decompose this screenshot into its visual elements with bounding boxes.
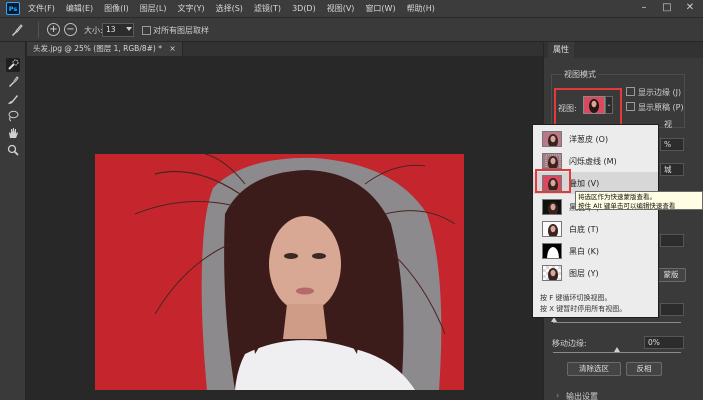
tooltip-line-1: 将选区作为快速蒙版查看。 [578,193,656,201]
close-tab-icon[interactable]: × [169,44,175,53]
black-white-thumbnail [542,243,562,259]
menu-window[interactable]: 窗口(W) [365,3,395,14]
show-original-checkbox[interactable] [626,102,635,111]
separator [38,22,39,38]
maximize-button[interactable]: □ [660,2,674,15]
panel-tab-bar: 属性 [544,42,703,58]
contrast-field[interactable] [660,303,684,316]
on-layers-thumbnail [542,265,562,281]
on-white-thumbnail [542,221,562,237]
menu-view[interactable]: 视图(V) [327,3,355,14]
menu-type[interactable]: 文字(Y) [177,3,204,14]
view-mode-title: 视图模式 [562,69,598,80]
size-label: 大小: [84,26,103,35]
view-option-label: 闪烁虚线 (M) [569,157,617,166]
on-black-thumbnail [542,199,562,215]
shift-edge-field[interactable]: 0% [644,336,684,349]
view-option-label: 白底 (T) [569,225,599,234]
smooth-field[interactable]: 城 [660,163,684,176]
highlight-frame-view [554,88,622,128]
output-settings-label[interactable]: 输出设置 [566,391,598,400]
menu-image[interactable]: 图像(I) [104,3,129,14]
refine-edge-brush-preset-icon[interactable] [10,23,24,37]
restore-original-edge-button[interactable]: − [64,23,77,36]
menu-file[interactable]: 文件(F) [28,3,55,14]
close-window-button[interactable]: ✕ [683,2,697,15]
refine-edge-brush-tool-icon[interactable] [6,75,20,89]
menu-select[interactable]: 选择(S) [216,3,243,14]
document-image[interactable] [95,154,464,390]
contrast-slider-track[interactable] [553,322,681,323]
portrait-photo [134,154,456,390]
radius-field[interactable]: % [660,138,684,151]
view-option-label: 图层 (Y) [569,269,599,278]
view-option-label: 叠加 (V) [569,179,600,188]
view-option-on-white[interactable]: 白底 (T) [533,218,658,240]
collapse-arrow-icon[interactable]: › [556,391,559,400]
menu-help[interactable]: 帮助(H) [407,3,435,14]
show-edges-label: 显示边缘 (J) [638,88,682,97]
tooltip-line-2: 按住 Alt 键单击可以编辑快速查看 [578,201,676,210]
refine-mode-button[interactable]: 蒙版 [656,268,686,282]
highlight-frame-overlay [535,169,571,193]
view-option-label: 洋葱皮 (O) [569,135,609,144]
lasso-tool-icon[interactable] [6,109,20,123]
quick-selection-tool-icon[interactable] [6,58,20,72]
view-option-black-white[interactable]: 黑白 (K) [533,240,658,262]
shift-edge-slider-track[interactable] [553,352,681,353]
sample-all-layers-checkbox[interactable] [142,26,151,35]
document-tab-bar: 头发.jpg @ 25% (图层 1, RGB/8#) * × [27,42,543,56]
feather-field[interactable] [660,234,684,247]
document-tab[interactable]: 头发.jpg @ 25% (图层 1, RGB/8#) * × [27,42,183,56]
menu-edit[interactable]: 编辑(E) [66,3,93,14]
hand-tool-icon[interactable] [6,126,20,140]
brush-tool-icon[interactable] [6,92,20,106]
overlay-tooltip: 将选区作为快速蒙版查看。 按住 Alt 键单击可以编辑快速查看 [575,191,703,210]
show-original-label: 显示原稿 (P) [638,103,684,112]
photoshop-logo-icon[interactable]: Ps [6,2,20,15]
onion-skin-thumbnail [542,131,562,147]
shift-edge-slider-thumb[interactable] [614,347,620,352]
view-cycle-hint: 按 F 键循环切换视图。 [540,294,612,302]
menu-bar: Ps 文件(F) 编辑(E) 图像(I) 图层(L) 文字(Y) 选择(S) 滤… [0,0,703,18]
menu-filter[interactable]: 滤镜(T) [254,3,281,14]
sample-all-layers-label: 对所有图层取样 [153,26,209,35]
clear-selection-button[interactable]: 清除选区 [567,362,621,376]
invert-button[interactable]: 反相 [626,362,662,376]
minimize-button[interactable]: – [637,2,651,15]
zoom-tool-icon[interactable] [6,143,20,157]
show-edges-checkbox[interactable] [626,87,635,96]
marching-ants-thumbnail [542,153,562,169]
view-option-onion-skin[interactable]: 洋葱皮 (O) [533,128,658,150]
tools-panel [0,42,26,400]
tab-properties[interactable]: 属性 [548,42,574,58]
expand-detection-area-button[interactable]: + [47,23,60,36]
menu-3d[interactable]: 3D(D) [292,4,316,13]
menu-layer[interactable]: 图层(L) [140,3,167,14]
view-option-on-layers[interactable]: 图层 (Y) [533,262,658,284]
chevron-down-icon[interactable] [126,27,132,31]
options-bar: + − 大小: 13 对所有图层取样 [0,18,703,42]
view-mode-menu: 洋葱皮 (O) 闪烁虚线 (M) 叠加 (V) 黑底 (A) 白底 (T) 黑白… [532,124,659,318]
shift-edge-label: 移动边缘: [552,339,587,348]
document-tab-title: 头发.jpg @ 25% (图层 1, RGB/8#) * [33,44,162,53]
view-disable-hint: 按 X 键暂时停用所有视图。 [540,305,627,313]
high-quality-preview-label: 视 [664,120,672,129]
view-option-label: 黑白 (K) [569,247,600,256]
